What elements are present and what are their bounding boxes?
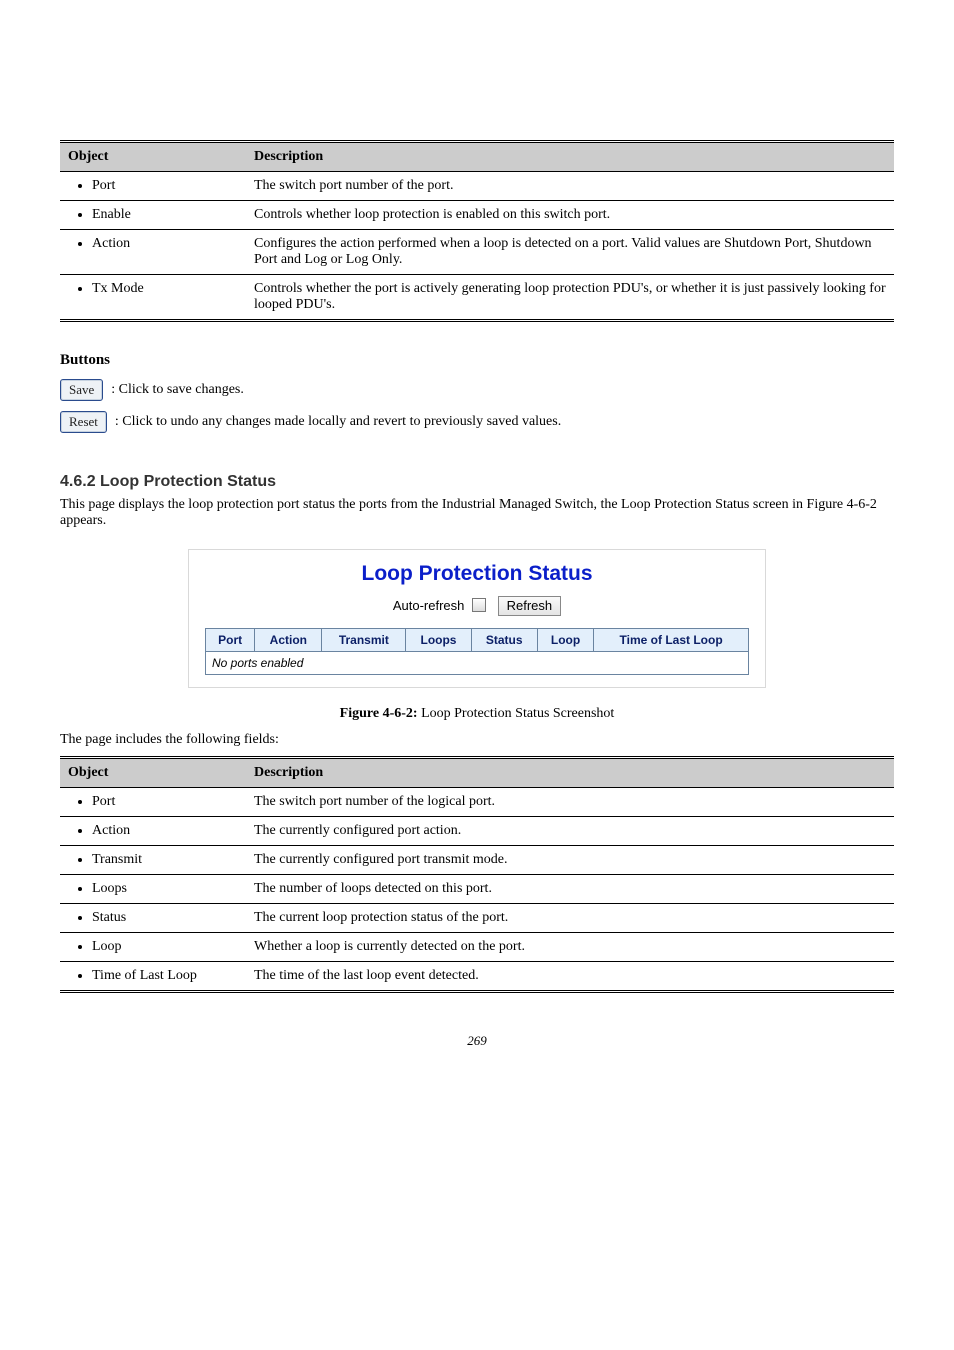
t1-r3-desc: Controls whether the port is actively ge… [246,275,894,321]
col-status: Status [471,629,537,652]
t1-r3-obj: Tx Mode [92,281,238,297]
reset-button-desc: : Click to undo any changes made locally… [115,414,561,430]
col-loops: Loops [406,629,471,652]
t1-r2-desc: Configures the action performed when a l… [246,230,894,275]
section-intro-pre: This page displays the loop protection p… [60,497,807,512]
t2-r4-obj: Status [92,910,238,926]
th-object: Object [68,149,108,164]
t1-r1-desc: Controls whether loop protection is enab… [246,201,894,230]
section-intro-post: appears. [60,513,106,528]
t2-r1-desc: The currently configured port action. [246,817,894,846]
t1-r1-obj: Enable [92,207,238,223]
figure-caption: Figure 4-6-2: Loop Protection Status Scr… [60,706,894,722]
t2-th-object: Object [60,758,246,788]
section-intro: This page displays the loop protection p… [60,497,894,529]
t2-r2-obj: Transmit [92,852,238,868]
col-loop: Loop [537,629,593,652]
reset-button[interactable]: Reset [60,411,107,433]
port-config-desc-table: Object Description Port The switch port … [60,140,894,322]
table2-intro: The page includes the following fields: [60,732,894,748]
col-time: Time of Last Loop [594,629,749,652]
t2-r0-desc: The switch port number of the logical po… [246,788,894,817]
col-action: Action [255,629,322,652]
t2-r6-desc: The time of the last loop event detected… [246,962,894,992]
t1-r0-obj: Port [92,178,238,194]
t1-r2-obj: Action [92,236,238,252]
th-description: Description [254,149,323,164]
page-number: 269 [60,1033,894,1049]
figure-title: Loop Protection Status [197,562,757,586]
t2-r5-obj: Loop [92,939,238,955]
status-figure: Loop Protection Status Auto-refresh Refr… [188,549,766,688]
figure-caption-num: Figure 4-6-2: [340,706,418,721]
figure-caption-text: Loop Protection Status Screenshot [418,706,615,721]
t2-r1-obj: Action [92,823,238,839]
buttons-heading: Buttons [60,352,894,369]
t2-r3-obj: Loops [92,881,238,897]
section-heading: 4.6.2 Loop Protection Status [60,473,894,491]
t2-r2-desc: The currently configured port transmit m… [246,846,894,875]
save-button-desc: : Click to save changes. [111,382,244,398]
status-table: Port Action Transmit Loops Status Loop T… [205,628,749,675]
save-button[interactable]: Save [60,379,103,401]
section-intro-link: Figure 4-6-2 [807,497,877,512]
t2-r3-desc: The number of loops detected on this por… [246,875,894,904]
t2-r0-obj: Port [92,794,238,810]
t2-r6-obj: Time of Last Loop [92,968,238,984]
t2-th-description: Description [246,758,894,788]
autorefresh-checkbox[interactable] [472,598,486,612]
t2-r5-desc: Whether a loop is currently detected on … [246,933,894,962]
col-port: Port [206,629,255,652]
t2-r4-desc: The current loop protection status of th… [246,904,894,933]
col-transmit: Transmit [322,629,406,652]
empty-row: No ports enabled [206,652,749,675]
status-desc-table: Object Description Port The switch port … [60,756,894,993]
autorefresh-label: Auto-refresh [393,598,465,613]
refresh-button[interactable]: Refresh [498,596,562,616]
t1-r0-desc: The switch port number of the port. [246,172,894,201]
